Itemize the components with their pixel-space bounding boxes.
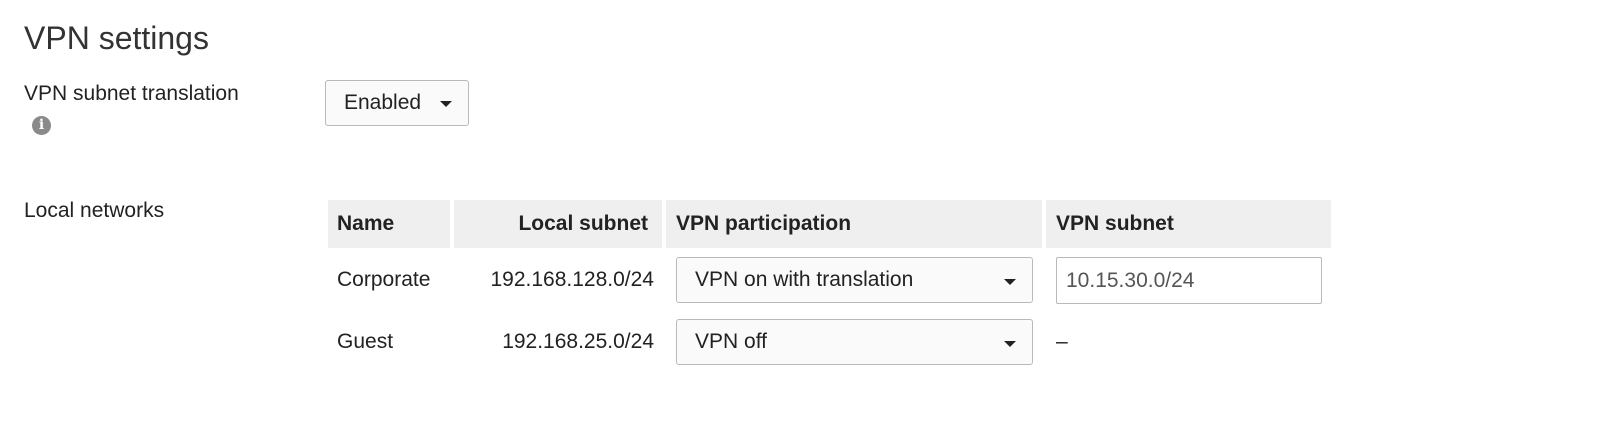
network-name: Guest [337, 330, 394, 353]
vpn-subnet-translation-value: Enabled [344, 91, 422, 114]
vpn-subnet-translation-dropdown[interactable]: Enabled [325, 80, 469, 126]
vpn-subnet-translation-label: VPN subnet translation [24, 82, 239, 105]
vpn-subnet-value: – [1056, 330, 1068, 353]
vpn-subnet-input[interactable] [1056, 257, 1322, 304]
local-subnet: 192.168.128.0/24 [490, 268, 655, 291]
vpn-participation-select[interactable]: VPN off [676, 319, 1033, 365]
vpn-participation-value: VPN on with translation [695, 268, 914, 291]
info-icon[interactable]: i [32, 116, 51, 135]
local-networks-label: Local networks [24, 199, 165, 222]
vpn-participation-select[interactable]: VPN on with translation [676, 257, 1033, 303]
column-header-vpn-subnet: VPN subnet [1046, 200, 1331, 248]
column-header-local-subnet: Local subnet [454, 200, 662, 248]
vpn-participation-value: VPN off [695, 330, 767, 353]
column-header-vpn-participation: VPN participation [666, 200, 1042, 248]
network-name: Corporate [337, 268, 431, 291]
chevron-down-icon [440, 101, 452, 107]
local-subnet: 192.168.25.0/24 [502, 330, 654, 353]
column-header-name: Name [328, 200, 450, 248]
page-title: VPN settings [24, 20, 209, 56]
chevron-down-icon [1004, 341, 1016, 347]
chevron-down-icon [1004, 279, 1016, 285]
